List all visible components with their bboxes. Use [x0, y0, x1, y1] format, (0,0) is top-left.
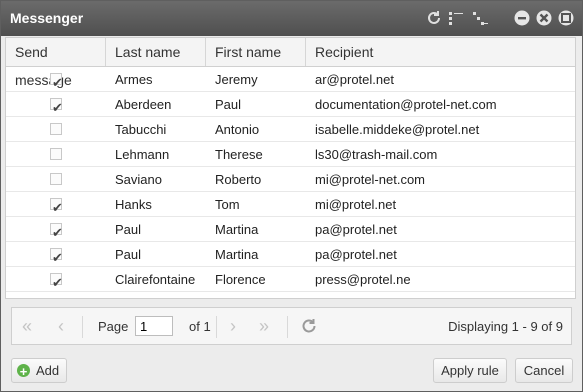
- first-name-cell: Martina: [215, 247, 259, 262]
- checkmark-icon: ✔: [52, 100, 63, 115]
- recipient-cell: pa@protel.net: [315, 222, 397, 237]
- displaying-label: Displaying 1 - 9 of 9: [448, 319, 563, 334]
- cancel-button[interactable]: Cancel: [515, 358, 573, 383]
- checkmark-icon: ✔: [52, 250, 63, 265]
- refresh-icon[interactable]: [300, 317, 318, 335]
- send-checkbox[interactable]: ✔: [50, 273, 63, 290]
- first-name-cell: Jeremy: [215, 72, 258, 87]
- first-name-cell: Antonio: [215, 122, 260, 137]
- grid-header: Send message Last name First name Recipi…: [6, 38, 575, 88]
- recipient-cell: press@protel.ne: [315, 272, 411, 287]
- window-title: Messenger: [10, 10, 84, 26]
- table-row[interactable]: ✔ Armes Jeremy ar@protel.net: [6, 67, 575, 92]
- recipient-cell: ls30@trash-mail.com: [315, 147, 438, 162]
- refresh-icon[interactable]: [425, 9, 443, 27]
- last-name-cell: Hanks: [115, 197, 152, 212]
- table-row[interactable]: ✔ Aberdeen Paul documentation@protel-net…: [6, 92, 575, 117]
- table-row[interactable]: Lehmann Therese ls30@trash-mail.com: [6, 142, 575, 167]
- last-page-icon[interactable]: »: [259, 317, 269, 335]
- first-name-cell: Therese: [215, 147, 263, 162]
- table-row[interactable]: Tabucchi Antonio isabelle.middeke@protel…: [6, 117, 575, 142]
- collapse-icon[interactable]: [471, 9, 489, 27]
- last-name-cell: Armes: [115, 72, 153, 87]
- column-header-first-name[interactable]: First name: [206, 38, 306, 66]
- send-checkbox-cell[interactable]: [6, 142, 106, 167]
- send-checkbox[interactable]: [50, 148, 62, 160]
- table-row[interactable]: Saviano Roberto mi@protel-net.com: [6, 167, 575, 192]
- send-checkbox-cell[interactable]: [6, 167, 106, 192]
- recipient-cell: mi@protel.net: [315, 197, 397, 212]
- add-button[interactable]: + Add: [11, 358, 67, 383]
- recipient-cell: documentation@protel-net.com: [315, 97, 497, 112]
- recipient-cell: mi@protel-net.com: [315, 172, 426, 187]
- checkmark-icon: ✔: [52, 275, 63, 290]
- checkmark-icon: ✔: [52, 75, 63, 90]
- send-checkbox-cell[interactable]: ✔: [6, 92, 106, 117]
- send-checkbox-cell[interactable]: ✔: [6, 67, 106, 92]
- table-row[interactable]: ✔ Paul Martina pa@protel.net: [6, 217, 575, 242]
- send-checkbox[interactable]: ✔: [50, 198, 63, 215]
- first-name-cell: Paul: [215, 97, 242, 112]
- page-of-label: of 1: [189, 319, 211, 334]
- recipients-grid: Send message Last name First name Recipi…: [5, 37, 576, 299]
- send-checkbox-cell[interactable]: ✔: [6, 267, 106, 292]
- paging-toolbar: « ‹ Page of 1 › » Displaying 1 - 9 of 9: [11, 307, 572, 345]
- checkmark-icon: ✔: [52, 225, 63, 240]
- send-checkbox[interactable]: ✔: [50, 98, 63, 115]
- first-name-cell: Roberto: [215, 172, 262, 187]
- send-checkbox[interactable]: ✔: [50, 223, 63, 240]
- send-checkbox[interactable]: [50, 173, 62, 185]
- table-row[interactable]: ✔ Clairefontaine Florence press@protel.n…: [6, 267, 575, 292]
- column-header-last-name[interactable]: Last name: [106, 38, 206, 66]
- last-name-cell: Clairefontaine: [115, 272, 196, 287]
- send-checkbox-cell[interactable]: ✔: [6, 192, 106, 217]
- last-name-cell: Paul: [115, 222, 142, 237]
- column-header-send[interactable]: Send message: [6, 38, 106, 88]
- apply-rule-button[interactable]: Apply rule: [433, 358, 507, 383]
- restore-icon[interactable]: [535, 9, 553, 27]
- send-checkbox[interactable]: ✔: [50, 248, 63, 265]
- checkmark-icon: ✔: [52, 200, 63, 215]
- first-name-cell: Martina: [215, 222, 259, 237]
- last-name-cell: Paul: [115, 247, 142, 262]
- first-page-icon[interactable]: «: [22, 317, 32, 335]
- send-checkbox[interactable]: [50, 123, 62, 135]
- expand-icon[interactable]: [447, 9, 465, 27]
- last-name-cell: Aberdeen: [115, 97, 172, 112]
- recipient-cell: isabelle.middeke@protel.net: [315, 122, 480, 137]
- last-name-cell: Tabucchi: [115, 122, 167, 137]
- page-label: Page: [98, 319, 129, 334]
- page-input[interactable]: [135, 316, 173, 336]
- send-checkbox-cell[interactable]: [6, 117, 106, 142]
- minimize-icon[interactable]: [513, 9, 531, 27]
- close-icon[interactable]: [557, 9, 575, 27]
- recipient-cell: ar@protel.net: [315, 72, 394, 87]
- last-name-cell: Lehmann: [115, 147, 170, 162]
- table-row[interactable]: ✔ Paul Martina pa@protel.net: [6, 242, 575, 267]
- first-name-cell: Tom: [215, 197, 240, 212]
- first-name-cell: Florence: [215, 272, 266, 287]
- prev-page-icon[interactable]: ‹: [58, 317, 64, 335]
- recipient-cell: pa@protel.net: [315, 247, 397, 262]
- title-bar: Messenger: [1, 1, 582, 36]
- send-checkbox[interactable]: ✔: [50, 73, 63, 90]
- last-name-cell: Saviano: [115, 172, 162, 187]
- send-checkbox-cell[interactable]: ✔: [6, 217, 106, 242]
- send-checkbox-cell[interactable]: ✔: [6, 242, 106, 267]
- messenger-window: Messenger Send message Last name First n…: [0, 0, 583, 392]
- next-page-icon[interactable]: ›: [230, 317, 236, 335]
- table-row[interactable]: ✔ Hanks Tom mi@protel.net: [6, 192, 575, 217]
- column-header-recipient[interactable]: Recipient: [306, 38, 575, 66]
- add-icon: +: [17, 364, 30, 379]
